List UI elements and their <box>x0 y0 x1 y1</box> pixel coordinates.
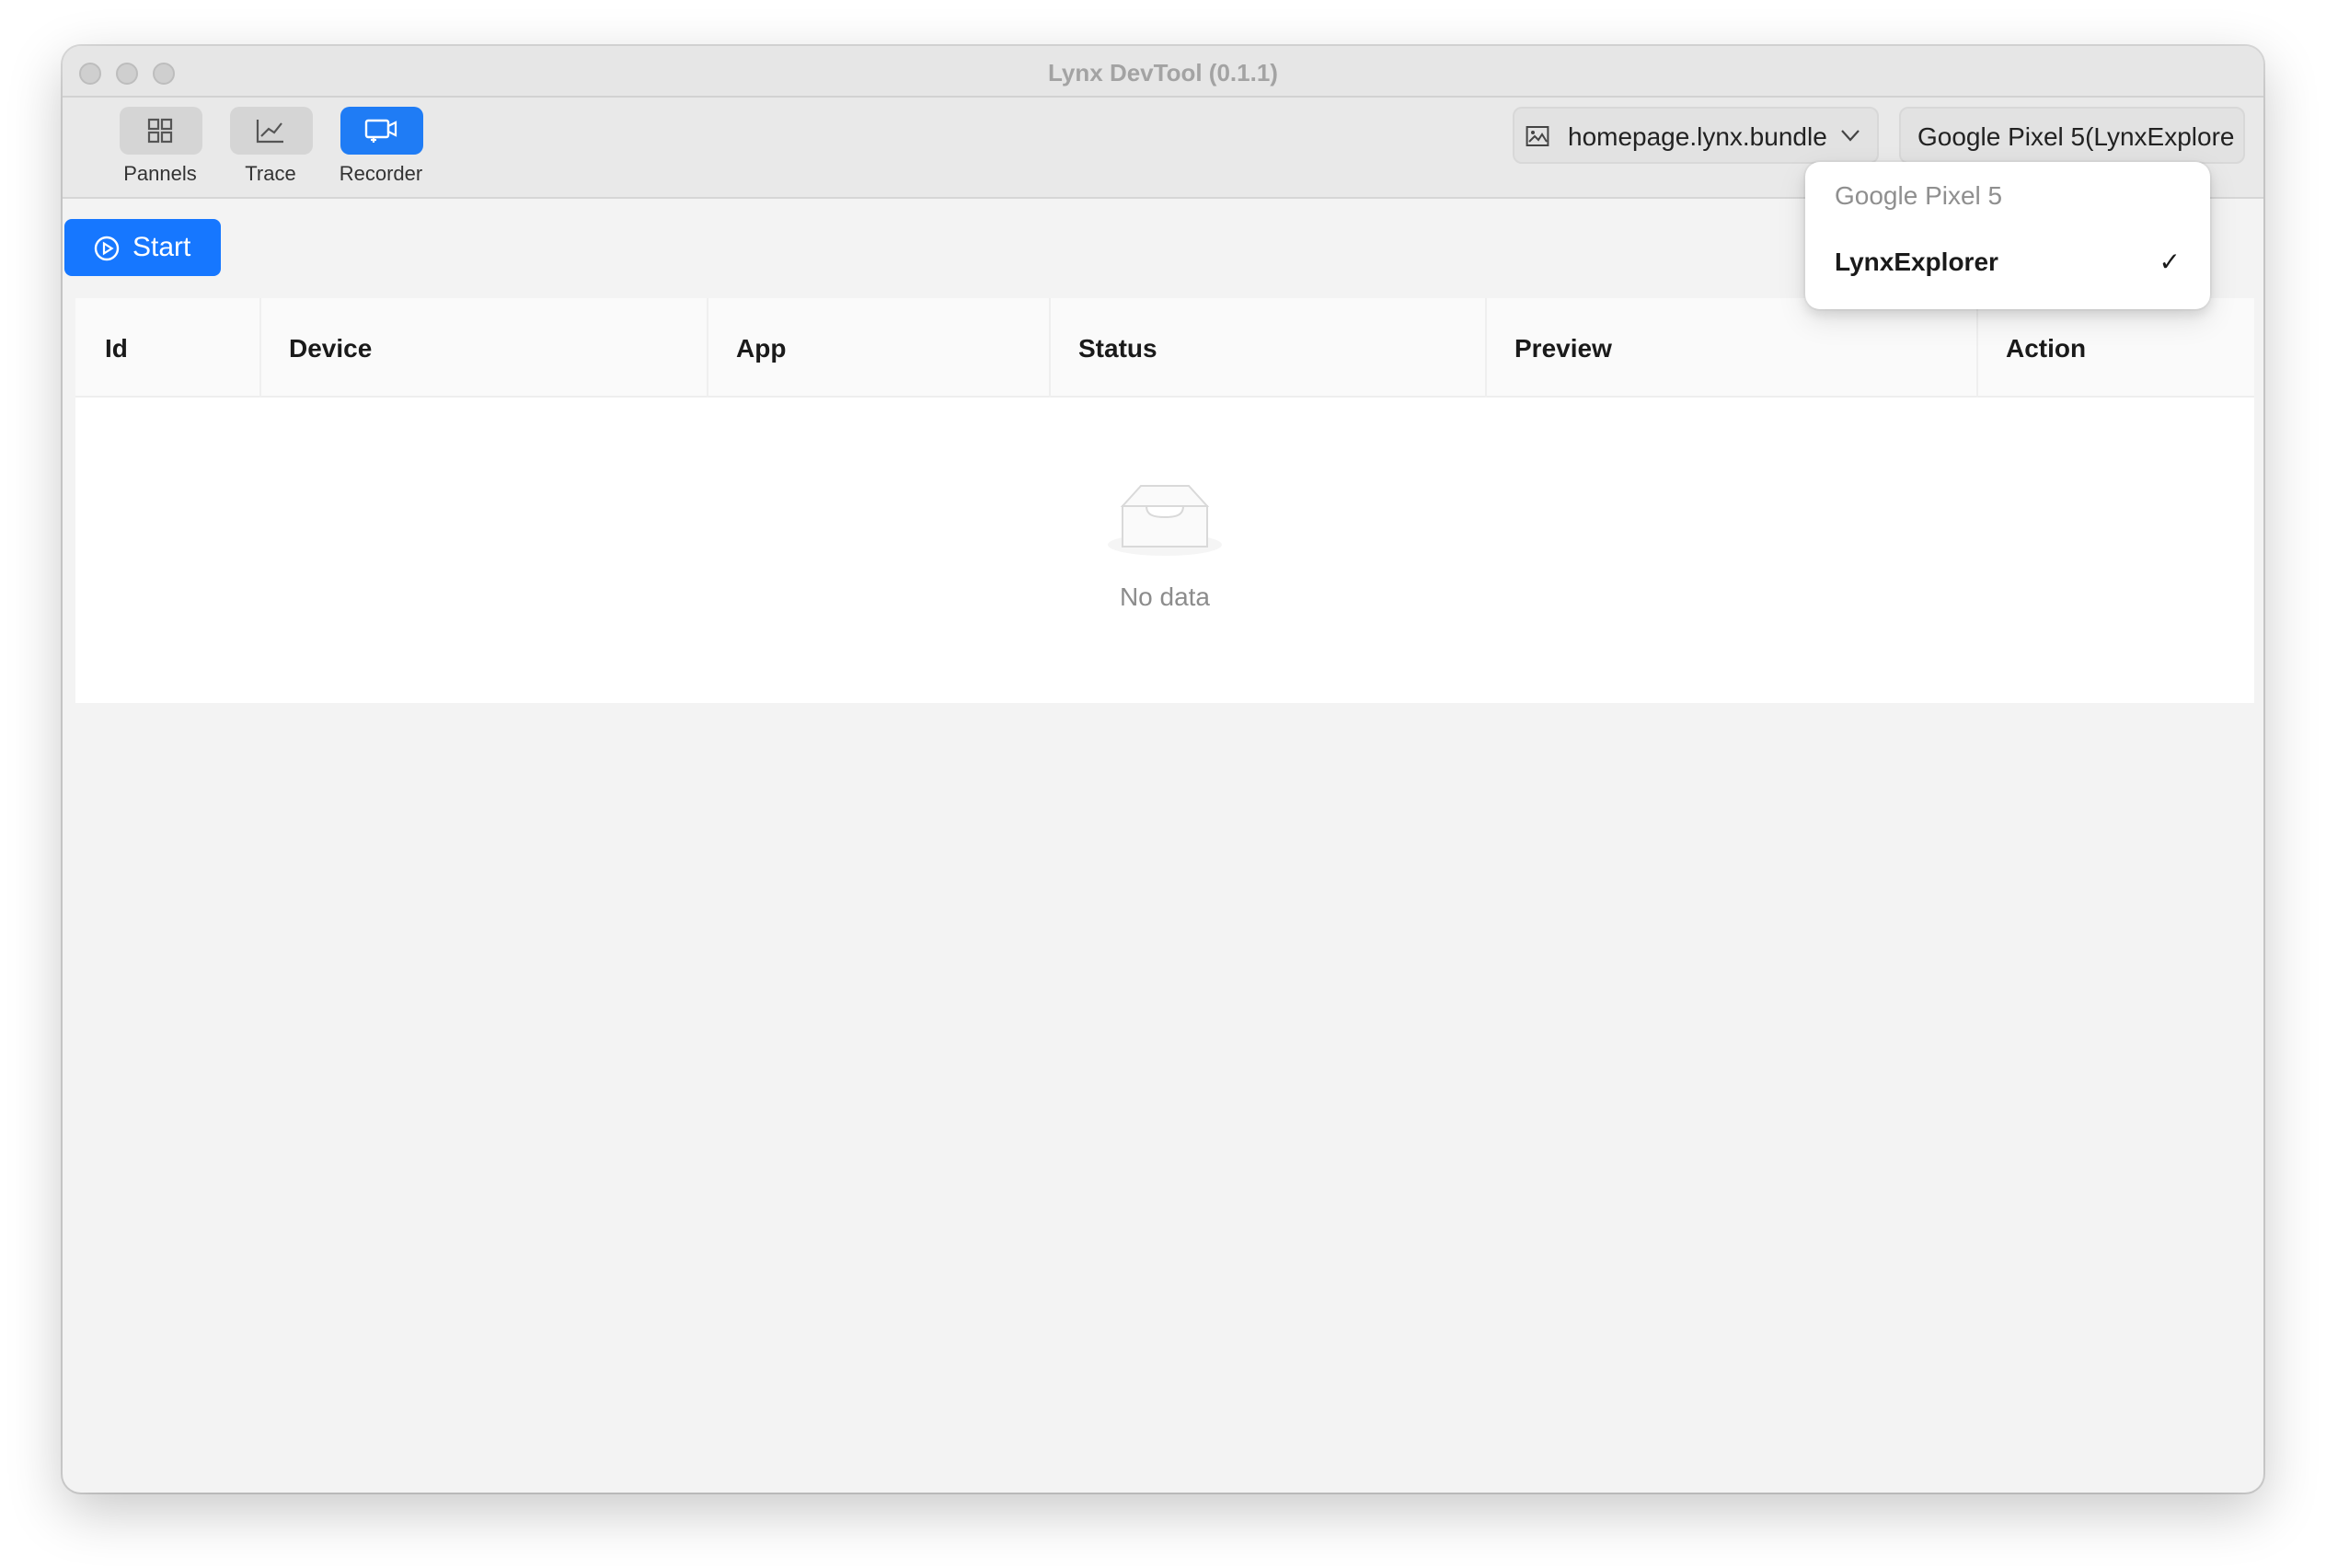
bundle-select[interactable]: homepage.lynx.bundle <box>1513 107 1879 164</box>
play-circle-icon <box>94 235 120 260</box>
table-header: Id Device App Status Preview Action <box>75 298 2254 398</box>
pannels-button[interactable] <box>119 107 202 155</box>
column-header-status[interactable]: Status <box>1049 298 1485 398</box>
title-bar: Lynx DevTool (0.1.1) <box>63 46 2263 98</box>
tool-pannels[interactable]: Pannels <box>105 107 215 186</box>
empty-state: No data <box>75 482 2254 611</box>
column-header-app[interactable]: App <box>707 298 1049 398</box>
column-header-device[interactable]: Device <box>259 298 707 398</box>
grid-icon <box>147 118 173 144</box>
checkmark-icon: ✓ <box>2159 247 2181 276</box>
recorder-button[interactable] <box>340 107 422 155</box>
trace-button[interactable] <box>229 107 312 155</box>
image-icon <box>1526 125 1549 145</box>
tool-recorder[interactable]: Recorder <box>326 107 436 186</box>
device-select-value: Google Pixel 5(LynxExplore <box>1917 121 2235 151</box>
tool-trace[interactable]: Trace <box>215 107 326 186</box>
device-dropdown-menu: Google Pixel 5 LynxExplorer ✓ <box>1805 162 2210 309</box>
bundle-select-value: homepage.lynx.bundle <box>1568 121 1827 150</box>
empty-inbox-icon <box>1108 485 1222 556</box>
window-title: Lynx DevTool (0.1.1) <box>1048 59 1278 86</box>
column-header-preview[interactable]: Preview <box>1485 298 1976 398</box>
app-window: Lynx DevTool (0.1.1) Pannels Trace Recor… <box>63 46 2263 1493</box>
recorder-label: Recorder <box>339 164 423 186</box>
start-button-label: Start <box>132 232 191 263</box>
trace-label: Trace <box>245 164 296 186</box>
empty-state-text: No data <box>1119 582 1211 611</box>
column-header-action[interactable]: Action <box>1976 298 2254 398</box>
line-chart-icon <box>256 120 283 144</box>
device-select[interactable]: Google Pixel 5(LynxExplore <box>1899 107 2245 164</box>
dropdown-item-google-pixel-5: Google Pixel 5 <box>1835 180 2003 210</box>
recordings-table: Id Device App Status Preview Action No d… <box>75 298 2254 703</box>
chevron-down-icon <box>1840 130 1860 142</box>
pannels-label: Pannels <box>123 164 197 186</box>
dropdown-item-lynxexplorer[interactable]: LynxExplorer <box>1835 247 1998 276</box>
start-button[interactable]: Start <box>64 219 221 276</box>
column-header-id[interactable]: Id <box>75 298 259 398</box>
screen-record-icon <box>364 119 397 143</box>
